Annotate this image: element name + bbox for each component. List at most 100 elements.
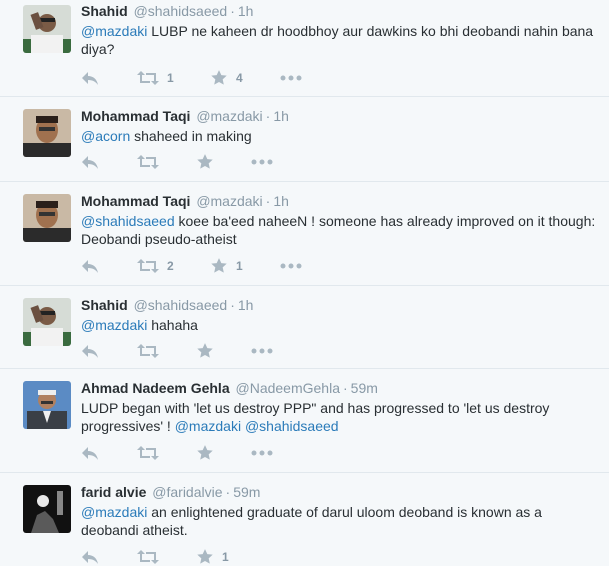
more-button[interactable] — [251, 152, 273, 172]
separator: · — [265, 193, 271, 209]
tweet-header: Ahmad Nadeem Gehla @NadeemGehla · 59m — [81, 379, 599, 397]
reply-button[interactable] — [81, 152, 99, 172]
avatar[interactable] — [23, 485, 71, 533]
avatar[interactable] — [23, 298, 71, 346]
star-icon — [211, 258, 227, 273]
reply-icon — [82, 345, 98, 358]
tweet[interactable]: Shahid @shahidsaeed · 1h @mazdaki hahaha — [0, 286, 609, 369]
tweet[interactable]: Mohammad Taqi @mazdaki · 1h @shahidsaeed k… — [0, 182, 609, 286]
text-segment: LUBP ne kaheen dr hoodbhoy aur dawkins k… — [81, 23, 594, 57]
text-segment: shaheed in making — [130, 128, 252, 144]
tweet-header: farid alvie @faridalvie · 59m — [81, 483, 599, 501]
author-handle[interactable]: @mazdaki — [196, 193, 262, 209]
favorite-button[interactable]: 1 — [196, 547, 229, 566]
favorite-button[interactable] — [196, 443, 222, 463]
reply-icon — [82, 72, 98, 85]
tweet-text: LUDP began with 'let us destroy PPP" and… — [81, 399, 599, 435]
separator: · — [343, 380, 348, 396]
more-icon — [251, 159, 273, 165]
more-button[interactable] — [251, 341, 273, 361]
favorite-count: 4 — [236, 71, 243, 85]
mention-link[interactable]: @shahidsaeed — [245, 418, 339, 434]
more-icon — [251, 348, 273, 354]
text-segment: hahaha — [147, 317, 198, 333]
retweet-button[interactable]: 2 — [137, 256, 174, 276]
author-name[interactable]: Shahid — [81, 297, 128, 313]
reply-icon — [82, 551, 98, 564]
retweet-icon — [137, 550, 159, 564]
author-handle[interactable]: @NadeemGehla — [236, 380, 341, 396]
mention-link[interactable]: @acorn — [81, 128, 130, 144]
reply-icon — [82, 447, 98, 460]
timestamp[interactable]: 1h — [273, 193, 289, 209]
more-icon — [251, 450, 273, 456]
favorite-button[interactable] — [196, 152, 222, 172]
author-handle[interactable]: @shahidsaeed — [134, 3, 228, 19]
avatar[interactable] — [23, 109, 71, 157]
favorite-button[interactable] — [196, 341, 222, 361]
separator: · — [230, 297, 235, 313]
tweet[interactable]: Mohammad Taqi @mazdaki · 1h @acorn shaheed… — [0, 97, 609, 182]
reply-button[interactable] — [81, 443, 99, 463]
reply-button[interactable] — [81, 68, 99, 88]
avatar[interactable] — [23, 5, 71, 53]
more-button[interactable] — [280, 68, 302, 88]
star-icon — [197, 445, 213, 460]
timestamp[interactable]: 59m — [233, 484, 260, 500]
star-icon — [197, 154, 213, 169]
retweet-icon — [137, 446, 159, 460]
favorite-button[interactable]: 4 — [210, 68, 243, 88]
more-icon — [280, 75, 302, 81]
retweet-button[interactable]: 1 — [137, 68, 174, 88]
star-icon — [197, 549, 213, 564]
favorite-button[interactable]: 1 — [210, 256, 243, 276]
tweet-text: @mazdaki an enlightened graduate of daru… — [81, 503, 599, 539]
timestamp[interactable]: 1h — [273, 108, 289, 124]
mention-link[interactable]: @mazdaki — [175, 418, 241, 434]
mention-link[interactable]: @mazdaki — [81, 317, 147, 333]
tweet-timeline: Shahid @shahidsaeed · 1h @mazdaki LUBP ne … — [0, 0, 609, 566]
timestamp[interactable]: 1h — [238, 297, 254, 313]
mention-link[interactable]: @mazdaki — [81, 504, 147, 520]
author-handle[interactable]: @faridalvie — [152, 484, 222, 500]
star-icon — [197, 343, 213, 358]
tweet-text: @mazdaki hahaha — [81, 316, 599, 334]
mention-link[interactable]: @mazdaki — [81, 23, 147, 39]
author-name[interactable]: Ahmad Nadeem Gehla — [81, 380, 230, 396]
mention-link[interactable]: @shahidsaeed — [81, 213, 175, 229]
timestamp[interactable]: 59m — [351, 380, 378, 396]
tweet-text: @shahidsaeed koee ba'eed naheeN ! someon… — [81, 212, 599, 248]
author-name[interactable]: Shahid — [81, 3, 128, 19]
separator: · — [265, 108, 271, 124]
retweet-button[interactable] — [137, 547, 167, 566]
retweet-button[interactable] — [137, 152, 167, 172]
reply-button[interactable] — [81, 547, 99, 566]
more-button[interactable] — [251, 443, 273, 463]
tweet[interactable]: farid alvie @faridalvie · 59m @mazdaki an … — [0, 473, 609, 566]
avatar[interactable] — [23, 381, 71, 429]
author-name[interactable]: farid alvie — [81, 484, 146, 500]
tweet-header: Mohammad Taqi @mazdaki · 1h — [81, 107, 599, 125]
retweet-button[interactable] — [137, 341, 167, 361]
favorite-count: 1 — [222, 550, 229, 564]
retweet-icon — [137, 259, 159, 273]
tweet[interactable]: Ahmad Nadeem Gehla @NadeemGehla · 59m LUDP… — [0, 369, 609, 473]
tweet-text: @mazdaki LUBP ne kaheen dr hoodbhoy aur … — [81, 22, 599, 58]
retweet-icon — [137, 71, 159, 85]
retweet-count: 2 — [167, 259, 174, 273]
tweet-text: @acorn shaheed in making — [81, 127, 599, 145]
author-handle[interactable]: @mazdaki — [196, 108, 262, 124]
retweet-button[interactable] — [137, 443, 167, 463]
timestamp[interactable]: 1h — [238, 3, 254, 19]
retweet-icon — [137, 344, 159, 358]
author-name[interactable]: Mohammad Taqi — [81, 108, 190, 124]
reply-button[interactable] — [81, 341, 99, 361]
reply-icon — [82, 260, 98, 273]
more-button[interactable] — [280, 256, 302, 276]
avatar[interactable] — [23, 194, 71, 242]
more-icon — [280, 263, 302, 269]
author-handle[interactable]: @shahidsaeed — [134, 297, 228, 313]
author-name[interactable]: Mohammad Taqi — [81, 193, 190, 209]
tweet[interactable]: Shahid @shahidsaeed · 1h @mazdaki LUBP ne … — [0, 0, 609, 97]
reply-button[interactable] — [81, 256, 99, 276]
